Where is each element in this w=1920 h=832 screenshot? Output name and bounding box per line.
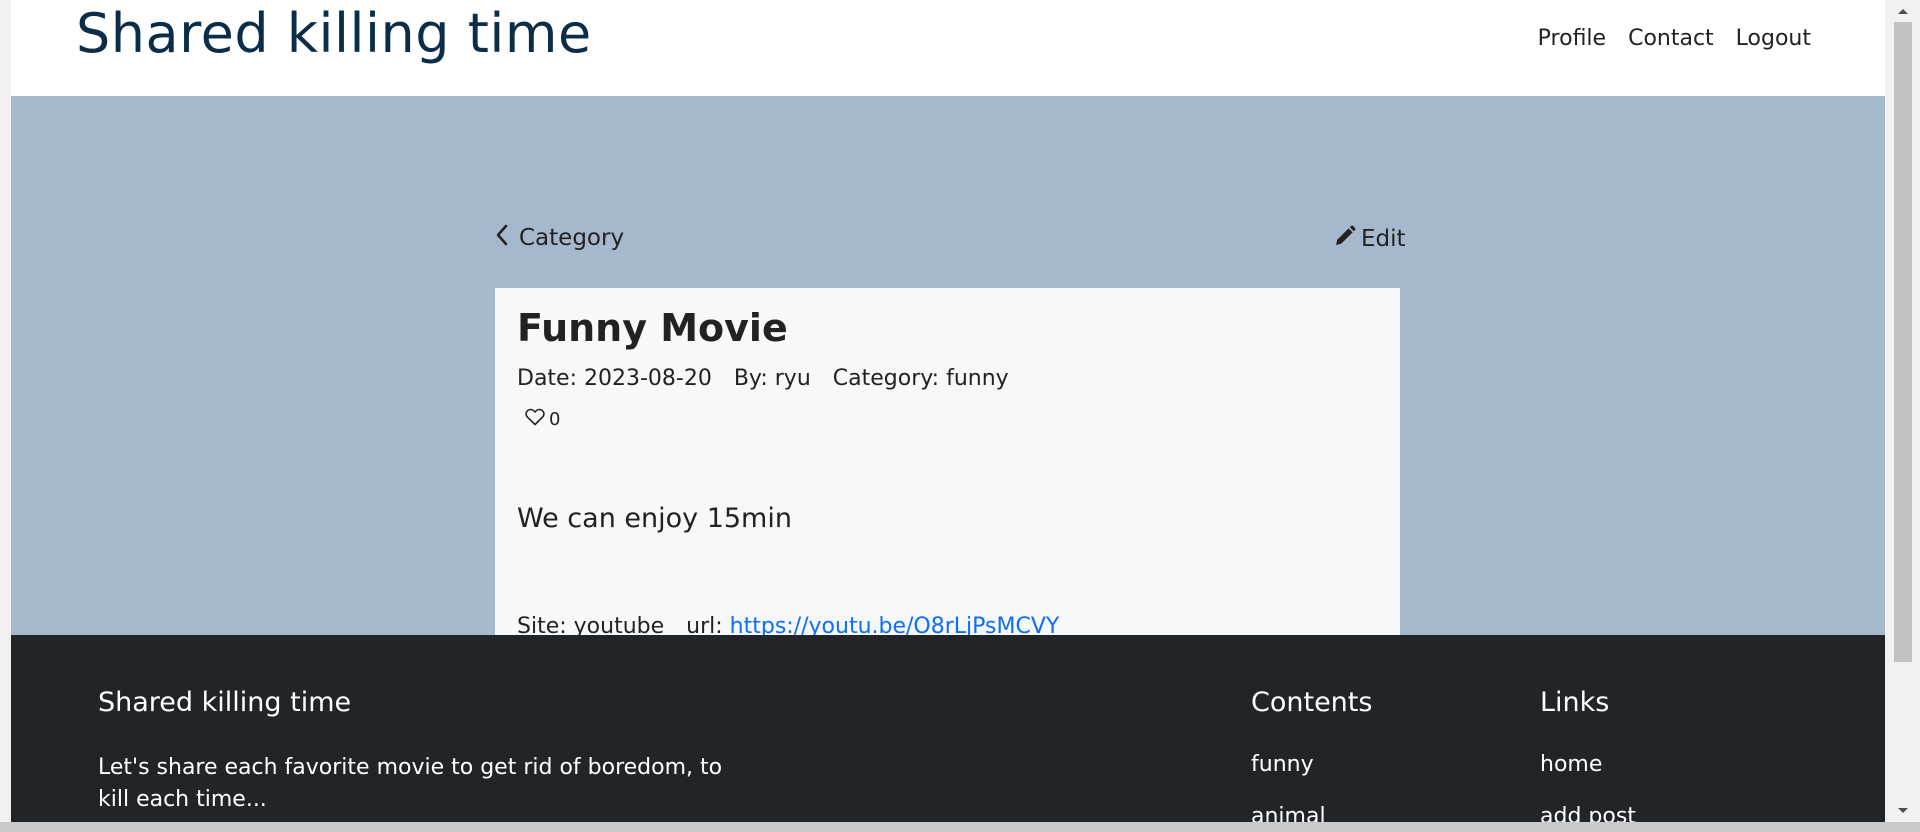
top-nav: Profile Contact Logout	[1538, 26, 1811, 51]
footer-links-list: home add post	[1540, 752, 1636, 822]
vertical-scrollbar[interactable]	[1885, 0, 1920, 822]
edit-post-link[interactable]: Edit	[1333, 224, 1406, 254]
footer-links-title: Links	[1540, 687, 1610, 718]
heart-outline-icon	[525, 408, 545, 431]
scrollbar-thumb[interactable]	[1894, 22, 1912, 662]
footer-link-funny[interactable]: funny	[1251, 752, 1314, 777]
footer-contents-title: Contents	[1251, 687, 1373, 718]
post-title: Funny Movie	[517, 306, 788, 350]
nav-contact-link[interactable]: Contact	[1628, 26, 1714, 51]
nav-profile-link[interactable]: Profile	[1538, 26, 1606, 51]
post-date: Date: 2023-08-20	[517, 366, 712, 391]
footer-link-home[interactable]: home	[1540, 752, 1602, 777]
footer-description: Let's share each favorite movie to get r…	[98, 755, 723, 812]
back-link-label: Category	[519, 225, 625, 251]
chevron-left-icon	[495, 224, 509, 252]
nav-logout-link[interactable]: Logout	[1736, 26, 1811, 51]
page: Shared killing time Profile Contact Logo…	[11, 0, 1885, 822]
pencil-icon	[1333, 224, 1357, 254]
post-author: By: ryu	[733, 366, 811, 391]
main-content: Category Edit Funny Movie Date: 2023-08-…	[11, 96, 1885, 666]
brand-title[interactable]: Shared killing time	[76, 2, 592, 65]
site-footer: Shared killing time Let's share each fav…	[11, 635, 1885, 822]
post-meta: Date: 2023-08-20 By: ryu Category: funny	[517, 366, 1009, 391]
post-category: Category: funny	[832, 366, 1009, 391]
list-item: add post	[1540, 804, 1636, 822]
footer-link-animal[interactable]: animal	[1251, 804, 1326, 822]
footer-link-add-post[interactable]: add post	[1540, 804, 1636, 822]
scroll-down-arrow-icon[interactable]	[1885, 800, 1920, 822]
scroll-up-arrow-icon[interactable]	[1885, 0, 1920, 22]
like-button[interactable]: 0	[525, 408, 560, 431]
browser-viewport: Shared killing time Profile Contact Logo…	[0, 0, 1920, 822]
post-body: We can enjoy 15min	[517, 503, 792, 534]
footer-contents-list: funny animal	[1251, 752, 1326, 822]
site-header: Shared killing time Profile Contact Logo…	[11, 0, 1885, 96]
like-count: 0	[549, 409, 561, 430]
window-left-edge	[0, 0, 11, 822]
footer-brand: Shared killing time	[98, 687, 352, 718]
list-item: funny	[1251, 752, 1326, 804]
window-bottom-edge	[0, 822, 1920, 832]
edit-link-label: Edit	[1361, 226, 1406, 252]
back-to-category-link[interactable]: Category	[495, 224, 624, 252]
list-item: animal	[1251, 804, 1326, 822]
list-item: home	[1540, 752, 1636, 804]
post-card: Funny Movie Date: 2023-08-20 By: ryu Cat…	[495, 288, 1400, 666]
